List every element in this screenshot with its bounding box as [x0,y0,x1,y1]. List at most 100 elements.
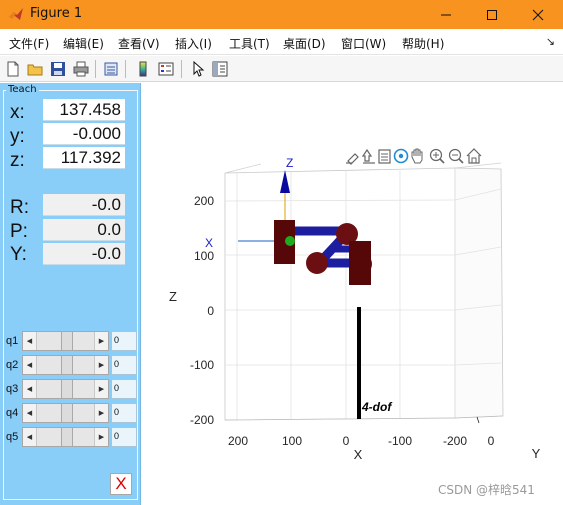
toolbar-separator [125,60,126,78]
joint-label-q4: q4 [6,407,19,419]
robot-base-pole [357,307,361,419]
minimize-button[interactable] [423,0,469,29]
brush-icon[interactable] [346,153,359,165]
slider-thumb[interactable] [61,356,73,374]
slider-thumb[interactable] [61,380,73,398]
property-inspector-icon[interactable] [210,59,230,79]
pitch-value: 0.0 [43,219,125,241]
pan-icon[interactable] [411,148,423,164]
joint-value-q2[interactable]: 0 [111,355,137,375]
joint-slider-q1[interactable]: ◀ ▶ [22,331,109,351]
rotate-3d-icon[interactable] [393,148,409,164]
x-value: 137.458 [43,99,125,121]
zoom-in-icon[interactable] [429,148,445,164]
menu-help[interactable]: 帮助(H) [402,35,444,52]
arrow-right-icon[interactable]: ▶ [94,356,108,374]
close-icon [532,9,544,20]
open-icon[interactable] [25,59,45,79]
joint-slider-q3[interactable]: ◀ ▶ [22,379,109,399]
minimize-icon [441,14,451,15]
joint-slider-q4[interactable]: ◀ ▶ [22,403,109,423]
x-label: x: [10,102,25,123]
menu-view[interactable]: 查看(V) [118,35,160,52]
toolbar-separator [95,60,96,78]
yaw-label: Y: [10,244,27,265]
frame-z-label: Z [286,156,293,170]
arrow-left-icon[interactable]: ◀ [23,404,37,422]
joint-slider-q5[interactable]: ◀ ▶ [22,427,109,447]
menu-window[interactable]: 窗口(W) [341,35,386,52]
axes-box-edge [224,163,262,174]
menu-edit[interactable]: 编辑(E) [63,35,104,52]
axes-side-wall [454,167,504,419]
slider-thumb[interactable] [61,428,73,446]
teach-panel-title: Teach [6,84,39,95]
title-bar: Figure 1 [0,0,563,29]
y-tick-label: 0 [488,434,495,448]
yaw-value: -0.0 [43,243,125,265]
x-tick-label: -200 [443,434,467,448]
matlab-icon [9,8,23,20]
maximize-button[interactable] [469,0,515,29]
pointer-icon[interactable] [188,59,208,79]
zoom-out-icon[interactable] [448,148,464,164]
menu-overflow-icon[interactable]: ↘ [546,35,555,48]
data-tips-icon[interactable] [361,148,375,164]
colorbar-icon[interactable] [133,59,153,79]
arrow-left-icon[interactable]: ◀ [23,332,37,350]
arrow-right-icon[interactable]: ▶ [94,380,108,398]
toolbar-separator [181,60,182,78]
roll-value: -0.0 [43,194,125,216]
z-tick-label: -200 [190,413,214,427]
export-icon[interactable] [378,149,391,164]
z-tick-label: 200 [194,194,214,208]
slider-thumb[interactable] [61,332,73,350]
y-label: y: [10,126,25,147]
menu-desktop[interactable]: 桌面(D) [283,35,326,52]
close-button[interactable] [515,0,561,29]
window-title: Figure 1 [30,6,83,21]
slider-thumb[interactable] [61,404,73,422]
pitch-label: P: [10,221,28,242]
arrow-left-icon[interactable]: ◀ [23,380,37,398]
robot-name-label: 4-dof [361,400,392,414]
x-tick-label: 100 [282,434,302,448]
x-tick-label: -100 [388,434,412,448]
roll-label: R: [10,197,29,218]
arrow-right-icon[interactable]: ▶ [94,404,108,422]
y-axis-label: Y [532,446,541,461]
joint-value-q3[interactable]: 0 [111,379,137,399]
menu-tools[interactable]: 工具(T) [229,35,270,52]
menu-file[interactable]: 文件(F) [9,35,49,52]
new-figure-icon[interactable] [3,59,23,79]
figure-toolbar [0,56,563,82]
axes-toolbar [346,148,482,165]
arrow-right-icon[interactable]: ▶ [94,428,108,446]
joint-value-q4[interactable]: 0 [111,403,137,423]
joint-value-q5[interactable]: 0 [111,427,137,447]
joint-slider-q2[interactable]: ◀ ▶ [22,355,109,375]
z-axis-label: Z [169,289,177,304]
arrow-left-icon[interactable]: ◀ [23,356,37,374]
save-icon[interactable] [48,59,68,79]
end-effector-marker [285,236,295,246]
arrow-right-icon[interactable]: ▶ [94,332,108,350]
link-plot-icon[interactable] [101,59,121,79]
teach-panel: Teach x: 137.458 y: -0.000 z: 117.392 R:… [0,83,141,505]
print-icon[interactable] [71,59,91,79]
z-value: 117.392 [43,147,125,169]
y-tick-mark [476,416,480,424]
legend-icon[interactable] [156,59,176,79]
home-icon[interactable] [466,148,482,164]
axes-back-wall [224,167,456,421]
y-value: -0.000 [43,123,125,145]
teach-close-button[interactable]: X [110,473,132,495]
menu-insert[interactable]: 插入(I) [175,35,212,52]
x-tick-label: 0 [343,434,350,448]
joint-label-q5: q5 [6,431,19,443]
frame-x-label: X [205,236,213,250]
joint-value-q1[interactable]: 0 [111,331,137,351]
z-label: z: [10,150,25,171]
arrow-left-icon[interactable]: ◀ [23,428,37,446]
watermark: CSDN @梓晗541 [438,483,535,497]
